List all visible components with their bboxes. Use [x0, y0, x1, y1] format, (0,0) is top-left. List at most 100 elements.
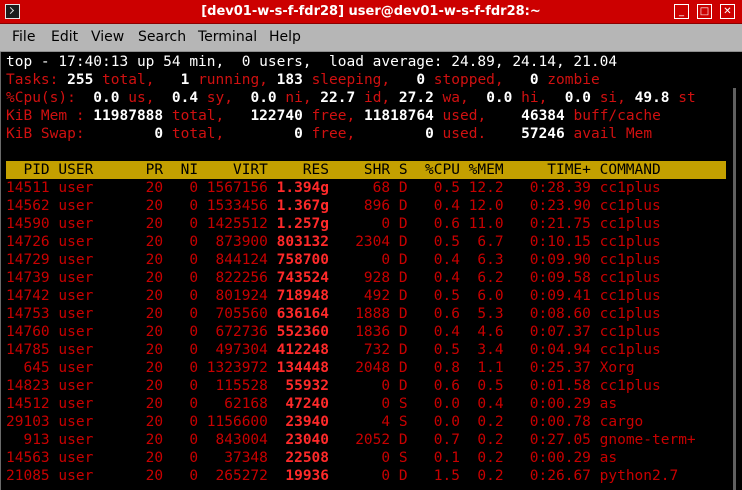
tasks-sleeping: 183: [267, 72, 303, 88]
menu-help[interactable]: Help: [269, 29, 301, 45]
cpu-ni: 0.0: [233, 90, 277, 106]
maximize-button[interactable]: □: [697, 4, 712, 19]
mem-used-label: used,: [433, 108, 487, 124]
cpu-st-label: st: [669, 90, 696, 106]
row-fields: 14753 user 20 0 705560: [6, 306, 277, 322]
scrollbar-thumb[interactable]: [733, 88, 736, 490]
table-row: 14562 user 20 0 1533456 1.367g 896 D 0.4…: [6, 197, 661, 215]
row-res: 718948: [276, 288, 330, 304]
row-fields: 732 D 0.5 3.4 0:04.94 cc1plus: [329, 342, 661, 358]
close-button[interactable]: ✕: [720, 4, 735, 19]
mem-total: 11987888: [84, 108, 164, 124]
swap-total: 0: [84, 126, 164, 142]
row-res: 1.394g: [276, 180, 330, 196]
table-row: 14742 user 20 0 801924 718948 492 D 0.5 …: [6, 287, 661, 305]
row-fields: 14823 user 20 0 115528: [6, 378, 277, 394]
menu-file[interactable]: File: [12, 29, 35, 45]
row-fields: 14742 user 20 0 801924: [6, 288, 277, 304]
tasks-zombie-label: zombie: [538, 72, 600, 88]
row-res: 1.257g: [276, 216, 330, 232]
row-fields: 14760 user 20 0 672736: [6, 324, 277, 340]
cpu-hi-label: hi,: [512, 90, 548, 106]
swap-line: KiB Swap: 0 total, 0 free, 0 used. 57246…: [6, 125, 652, 143]
swap-free-label: free,: [302, 126, 356, 142]
row-res: 1.367g: [276, 198, 330, 214]
tasks-sleeping-label: sleeping,: [302, 72, 391, 88]
row-fields: 14729 user 20 0 844124: [6, 252, 277, 268]
table-row: 14590 user 20 0 1425512 1.257g 0 D 0.6 1…: [6, 215, 661, 233]
row-fields: 29103 user 20 0 1156600: [6, 414, 277, 430]
mem-line: KiB Mem : 11987888 total, 122740 free, 1…: [6, 107, 661, 125]
row-res: 803132: [276, 234, 330, 250]
row-fields: 0 D 0.6 11.0 0:21.75 cc1plus: [329, 216, 661, 232]
table-row: 14823 user 20 0 115528 55932 0 D 0.6 0.5…: [6, 377, 661, 395]
table-row: 29103 user 20 0 1156600 23940 4 S 0.0 0.…: [6, 413, 643, 431]
cpu-wa-label: wa,: [433, 90, 469, 106]
row-fields: 2048 D 0.8 1.1 0:25.37 Xorg: [329, 360, 635, 376]
cpu-id-label: id,: [355, 90, 391, 106]
mem-free: 122740: [224, 108, 303, 124]
row-fields: 21085 user 20 0 265272: [6, 468, 277, 484]
row-res: 412248: [276, 342, 330, 358]
row-fields: 14590 user 20 0 1425512: [6, 216, 277, 232]
minimize-button[interactable]: _: [674, 4, 689, 19]
row-fields: 0 D 1.5 0.2 0:26.67 python2.7: [329, 468, 679, 484]
window-title: [dev01-w-s-f-fdr28] user@dev01-w-s-f-fdr…: [201, 4, 541, 19]
row-fields: 0 D 0.6 0.5 0:01.58 cc1plus: [329, 378, 661, 394]
row-fields: 2052 D 0.7 0.2 0:27.05 gnome-term+: [329, 432, 696, 448]
row-res: 23040: [276, 432, 330, 448]
row-fields: 2304 D 0.5 6.7 0:10.15 cc1plus: [329, 234, 661, 250]
cpu-st: 49.8: [625, 90, 670, 106]
swap-total-label: total,: [163, 126, 225, 142]
row-res: 758700: [276, 252, 330, 268]
swap-avail-mem: 57246: [486, 126, 565, 142]
row-fields: 492 D 0.5 6.0 0:09.41 cc1plus: [329, 288, 661, 304]
menu-terminal[interactable]: Terminal: [198, 29, 257, 45]
row-fields: 68 D 0.5 12.2 0:28.39 cc1plus: [329, 180, 661, 196]
row-fields: 0 S 0.1 0.2 0:00.29 as: [329, 450, 618, 466]
row-res: 47240: [276, 396, 330, 412]
row-fields: 913 user 20 0 843004: [6, 432, 277, 448]
tasks-running: 1: [154, 72, 190, 88]
menu-edit[interactable]: Edit: [51, 29, 78, 45]
swap-used-label: used.: [433, 126, 487, 142]
row-res: 743524: [276, 270, 330, 286]
row-res: 636164: [276, 306, 330, 322]
swap-used: 0: [355, 126, 434, 142]
menu-search[interactable]: Search: [138, 29, 186, 45]
row-fields: 14562 user 20 0 1533456: [6, 198, 277, 214]
menu-view[interactable]: View: [91, 29, 124, 45]
row-res: 134448: [276, 360, 330, 376]
table-row: 14729 user 20 0 844124 758700 0 D 0.4 6.…: [6, 251, 661, 269]
terminal-scrollbar[interactable]: [728, 52, 742, 490]
row-fields: 1888 D 0.6 5.3 0:08.60 cc1plus: [329, 306, 661, 322]
mem-buff-cache: 46384: [486, 108, 565, 124]
table-row: 14760 user 20 0 672736 552360 1836 D 0.4…: [6, 323, 661, 341]
cpu-id: 22.7: [311, 90, 356, 106]
tasks-running-label: running,: [189, 72, 268, 88]
table-row: 14726 user 20 0 873900 803132 2304 D 0.5…: [6, 233, 661, 251]
row-res: 552360: [276, 324, 330, 340]
cpu-us: 0.0: [75, 90, 120, 106]
swap-free: 0: [224, 126, 303, 142]
row-fields: 14563 user 20 0 37348: [6, 450, 277, 466]
mem-total-label: total,: [163, 108, 225, 124]
cpu-si: 0.0: [547, 90, 591, 106]
row-fields: 14511 user 20 0 1567156: [6, 180, 277, 196]
tasks-stopped: 0: [390, 72, 426, 88]
tasks-label: Tasks:: [6, 72, 59, 88]
top-uptime-line: top - 17:40:13 up 54 min, 0 users, load …: [6, 54, 618, 70]
cpu-sy-label: sy,: [198, 90, 233, 106]
mem-free-label: free,: [302, 108, 356, 124]
table-row: 913 user 20 0 843004 23040 2052 D 0.7 0.…: [6, 431, 696, 449]
row-res: 19936: [276, 468, 330, 484]
terminal-output[interactable]: top - 17:40:13 up 54 min, 0 users, load …: [0, 52, 742, 490]
row-fields: 0 D 0.4 6.3 0:09.90 cc1plus: [329, 252, 661, 268]
cpu-sy: 0.4: [154, 90, 199, 106]
window-titlebar[interactable]: [dev01-w-s-f-fdr28] user@dev01-w-s-f-fdr…: [0, 0, 742, 24]
tasks-stopped-label: stopped,: [425, 72, 504, 88]
mem-buff-cache-label: buff/cache: [564, 108, 661, 124]
table-row: 14739 user 20 0 822256 743524 928 D 0.4 …: [6, 269, 661, 287]
row-res: 22508: [276, 450, 330, 466]
cpu-hi: 0.0: [468, 90, 513, 106]
